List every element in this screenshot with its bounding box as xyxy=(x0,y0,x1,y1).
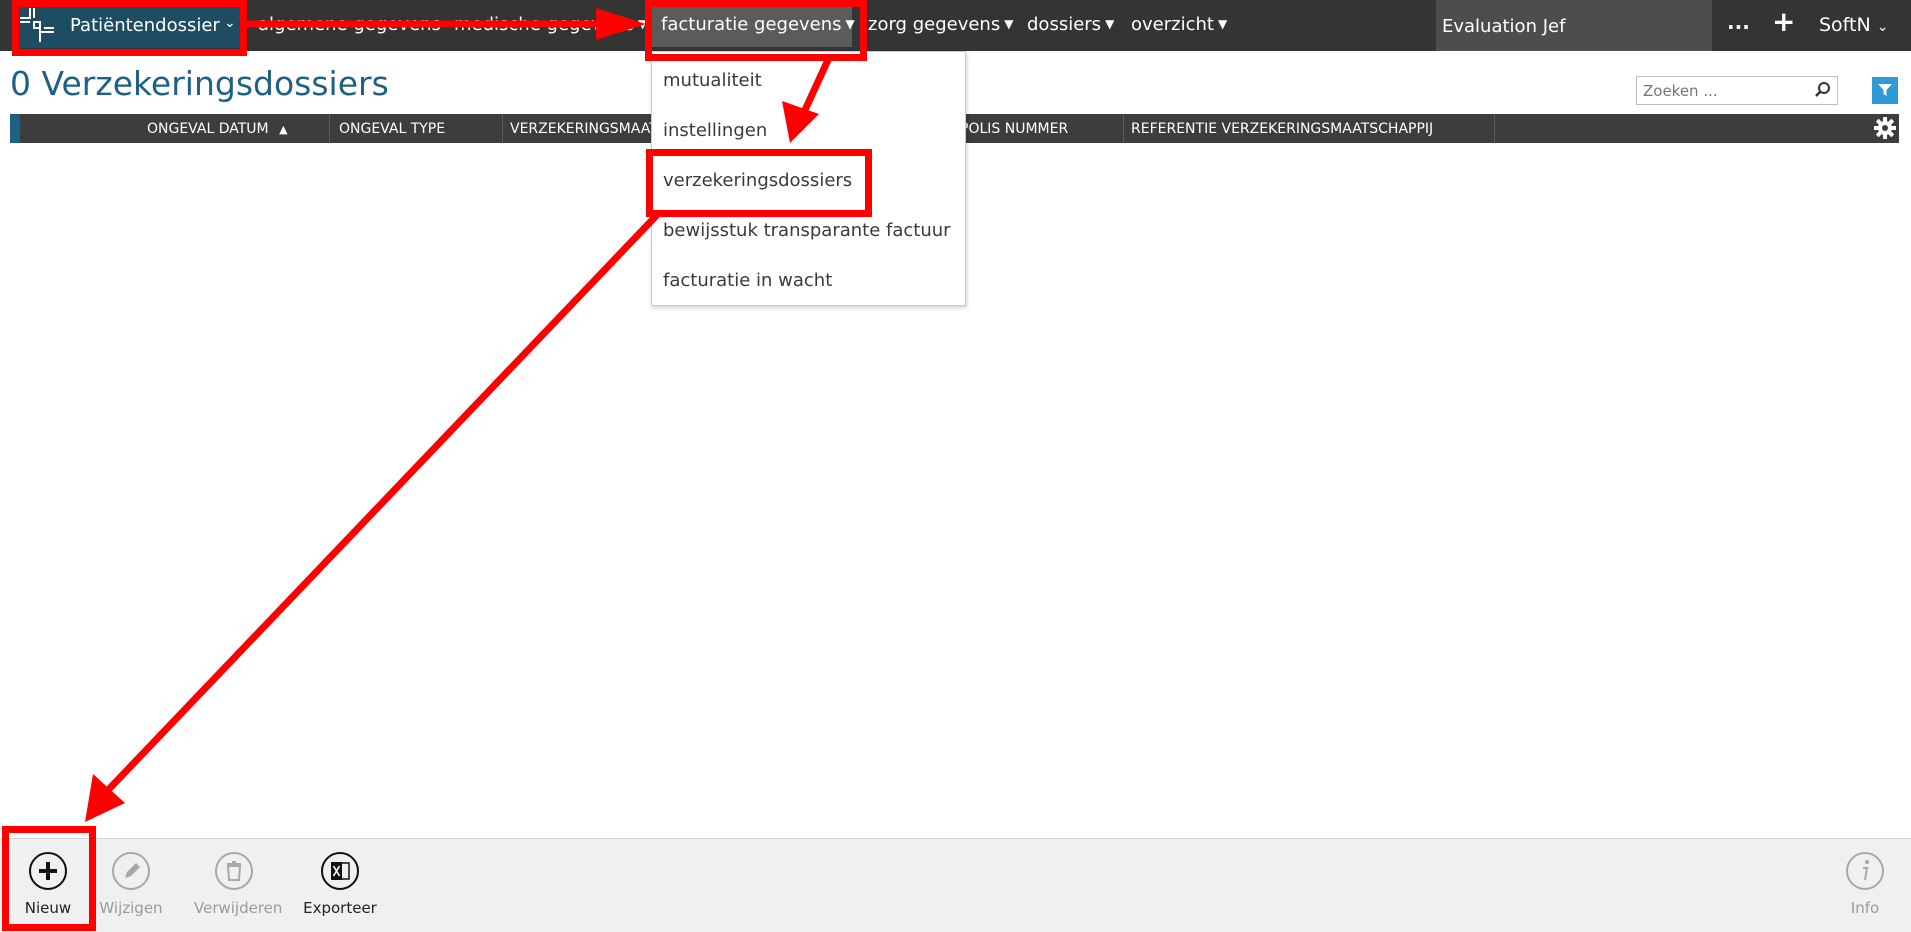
sort-ascending-icon: ▲ xyxy=(279,123,288,136)
gear-icon[interactable] xyxy=(1874,117,1896,139)
column-header-ongeval-type[interactable]: Ongeval type xyxy=(339,121,445,137)
caret-down-icon: ▼ xyxy=(1217,17,1228,31)
nav-dossiers[interactable]: dossiers ▼ xyxy=(1027,14,1114,35)
column-divider xyxy=(1494,114,1495,143)
column-header-verzekeringsmaat[interactable]: Verzekeringsmaat xyxy=(510,121,658,137)
caret-down-icon: ▼ xyxy=(1105,17,1115,31)
search-box[interactable] xyxy=(1636,76,1838,105)
page-title: 0 Verzekeringsdossiers xyxy=(10,64,389,103)
edit-button-label: Wijzigen xyxy=(99,899,163,917)
nav-zorg-gegevens[interactable]: zorg gegevens ▼ xyxy=(868,14,1013,35)
info-button-label: Info xyxy=(1850,899,1880,917)
menu-item-instellingen[interactable]: instellingen xyxy=(663,120,767,141)
column-divider xyxy=(1123,114,1124,143)
search-icon[interactable] xyxy=(1814,81,1832,99)
user-label: SoftN xyxy=(1819,14,1871,36)
annotation-box-brand xyxy=(12,0,247,56)
nav-overzicht-label: overzicht xyxy=(1131,14,1214,35)
column-header-ongeval-datum[interactable]: Ongeval datum ▲ xyxy=(147,121,288,137)
chevron-down-icon: ⌄ xyxy=(1876,19,1889,35)
column-header-polis-nummer[interactable]: Polis nummer xyxy=(960,121,1068,137)
nav-algemene-gegevens-label: algemene gegevens xyxy=(258,14,441,35)
menu-item-mutualiteit[interactable]: mutualiteit xyxy=(663,70,762,91)
nav-zorg-gegevens-label: zorg gegevens xyxy=(868,14,1001,35)
bottom-toolbar: Nieuw Wijzigen Verwijderen Exporteer Inf… xyxy=(0,838,1911,932)
annotation-box-verzekeringsdossiers xyxy=(646,149,872,217)
menu-item-facturatie-in-wacht[interactable]: facturatie in wacht xyxy=(663,270,832,291)
filter-icon xyxy=(1878,84,1892,96)
column-header-label: Ongeval datum xyxy=(147,121,269,137)
nav-medische-gegevens[interactable]: medische gegevens ▼ xyxy=(454,14,647,35)
column-header-referentie[interactable]: Referentie verzekeringsmaatschappij xyxy=(1131,121,1433,137)
nav-medische-gegevens-label: medische gegevens xyxy=(454,14,635,35)
more-button[interactable]: ... xyxy=(1727,10,1750,34)
patient-search-field[interactable]: Evaluation Jef xyxy=(1436,0,1712,51)
table-header-edge xyxy=(10,114,20,143)
nav-dossiers-label: dossiers xyxy=(1027,14,1102,35)
edit-button[interactable]: Wijzigen xyxy=(91,839,171,932)
user-menu[interactable]: SoftN ⌄ xyxy=(1819,14,1888,36)
trash-icon xyxy=(215,852,253,890)
nav-overzicht[interactable]: overzicht ▼ xyxy=(1131,14,1227,35)
patient-search-value: Evaluation Jef xyxy=(1442,16,1566,37)
annotation-box-nieuw xyxy=(2,826,96,931)
info-icon xyxy=(1846,852,1884,890)
delete-button-label: Verwijderen xyxy=(194,899,283,917)
annotation-box-facturatie xyxy=(645,0,867,61)
info-button[interactable]: Info xyxy=(1825,839,1905,932)
filter-button[interactable] xyxy=(1872,77,1898,104)
excel-icon xyxy=(321,852,359,890)
caret-down-icon: ▼ xyxy=(1004,17,1014,31)
delete-button[interactable]: Verwijderen xyxy=(194,839,283,932)
export-button[interactable]: Exporteer xyxy=(300,839,380,932)
export-button-label: Exporteer xyxy=(303,899,377,917)
column-divider xyxy=(329,114,330,143)
menu-item-bewijsstuk[interactable]: bewijsstuk transparante factuur xyxy=(663,220,951,241)
pencil-icon xyxy=(112,852,150,890)
add-button[interactable]: + xyxy=(1772,8,1795,36)
nav-algemene-gegevens[interactable]: algemene gegevens xyxy=(258,14,441,35)
top-navigation-bar: Patiëntendossier ⌄ algemene gegevens med… xyxy=(0,0,1911,51)
column-divider xyxy=(502,114,503,143)
search-input[interactable] xyxy=(1641,80,1805,102)
